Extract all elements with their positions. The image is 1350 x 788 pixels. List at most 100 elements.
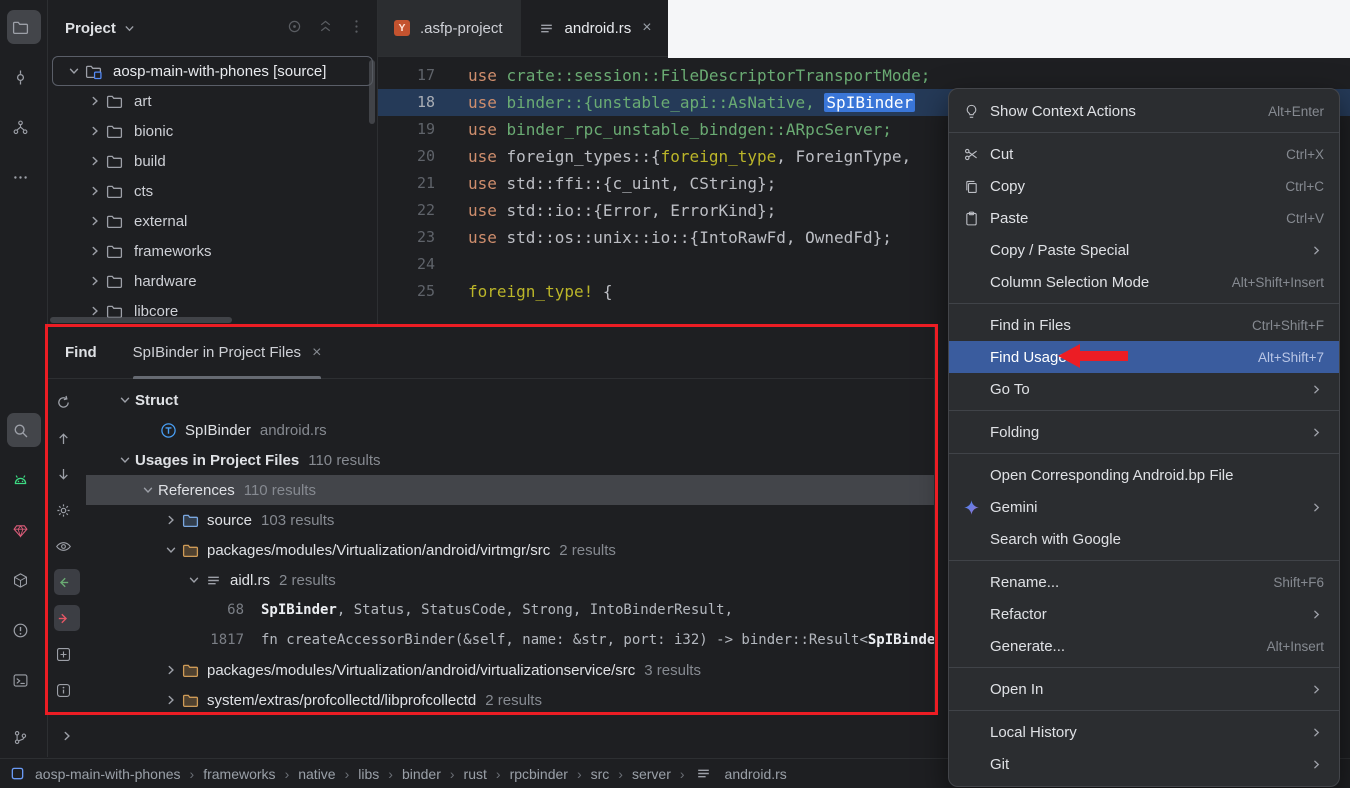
project-tree-item[interactable]: bionic (48, 116, 377, 146)
breadcrumb-item[interactable]: rust (464, 766, 487, 782)
project-tree-item[interactable]: art (48, 86, 377, 116)
more-tool-windows-button[interactable] (7, 160, 41, 194)
find-results-tab[interactable]: SpIBinder in Project Files × (133, 327, 322, 379)
breadcrumb-item[interactable]: libs (358, 766, 379, 782)
find-result-node[interactable]: Usages in Project Files110 results (86, 445, 934, 475)
newtab-button[interactable] (54, 641, 80, 667)
horizontal-scrollbar[interactable] (50, 317, 232, 323)
find-result-node[interactable]: References110 results (86, 475, 934, 505)
up-button[interactable] (54, 425, 80, 451)
android-tool-button[interactable] (7, 463, 41, 497)
info-button[interactable] (54, 677, 80, 703)
find-result-node[interactable]: Struct (86, 385, 934, 415)
project-tree-item[interactable]: cts (48, 176, 377, 206)
find-result-node[interactable]: packages/modules/Virtualization/android/… (86, 655, 934, 685)
eye-icon (54, 537, 73, 555)
breadcrumb-item[interactable]: native (298, 766, 335, 782)
terminal-tool-button[interactable] (7, 663, 41, 697)
chevron-collapsed-icon[interactable] (84, 273, 105, 289)
menu-item-local-history[interactable]: Local History (949, 716, 1339, 748)
menu-item-find-in-files[interactable]: Find in FilesCtrl+Shift+F (949, 309, 1339, 341)
gear-button[interactable] (54, 497, 80, 523)
editor-line[interactable]: 17use crate::session::FileDescriptorTran… (378, 62, 1350, 89)
menu-item-show-context-actions[interactable]: Show Context ActionsAlt+Enter (949, 95, 1339, 127)
chevron-down-icon[interactable] (123, 22, 136, 35)
collapse-all-icon[interactable] (317, 18, 334, 39)
close-tab-icon[interactable]: × (642, 20, 651, 36)
menu-item-git[interactable]: Git (949, 748, 1339, 780)
workspace-icon[interactable] (10, 766, 25, 781)
menu-item-generate[interactable]: Generate...Alt+Insert (949, 630, 1339, 662)
breadcrumb-item[interactable]: binder (402, 766, 441, 782)
find-result-node[interactable]: source103 results (86, 505, 934, 535)
prev-button[interactable] (54, 569, 80, 595)
breadcrumb-item[interactable]: frameworks (203, 766, 275, 782)
chevron-expanded-icon[interactable] (137, 482, 158, 498)
menu-item-open-in[interactable]: Open In (949, 673, 1339, 705)
chevron-collapsed-icon[interactable] (160, 692, 181, 708)
collapsed-node-chevron-icon[interactable] (60, 729, 74, 747)
chevron-collapsed-icon[interactable] (84, 123, 105, 139)
usage-result-line[interactable]: 68SpIBinder, Status, StatusCode, Strong,… (86, 595, 934, 625)
project-tree-item[interactable]: hardware (48, 266, 377, 296)
next-button[interactable] (54, 605, 80, 631)
rerun-button[interactable] (54, 389, 80, 415)
find-result-node[interactable]: aidl.rs2 results (86, 565, 934, 595)
chevron-collapsed-icon[interactable] (84, 183, 105, 199)
git-branch-tool-button[interactable] (7, 720, 41, 754)
problems-tool-button[interactable] (7, 613, 41, 647)
menu-item-refactor[interactable]: Refactor (949, 598, 1339, 630)
chevron-expanded-icon[interactable] (114, 392, 135, 408)
find-result-node[interactable]: SpIBinderandroid.rs (86, 415, 934, 445)
menu-item-cut[interactable]: CutCtrl+X (949, 138, 1339, 170)
vertical-scrollbar[interactable] (369, 60, 375, 124)
menu-item-rename[interactable]: Rename...Shift+F6 (949, 566, 1339, 598)
menu-item-copy-paste-special[interactable]: Copy / Paste Special (949, 234, 1339, 266)
menu-item-go-to[interactable]: Go To (949, 373, 1339, 405)
find-result-node[interactable]: system/extras/profcollectd/libprofcollec… (86, 685, 934, 714)
chevron-expanded-icon[interactable] (63, 63, 84, 79)
chevron-collapsed-icon[interactable] (84, 243, 105, 259)
editor-tab-asfp-project[interactable]: Y.asfp-project (378, 0, 521, 56)
chevron-collapsed-icon[interactable] (160, 512, 181, 528)
chevron-collapsed-icon[interactable] (160, 662, 181, 678)
close-icon[interactable]: × (312, 344, 321, 362)
editor-tab-android-rs[interactable]: android.rs× (521, 0, 668, 56)
menu-item-search-with-google[interactable]: Search with Google (949, 523, 1339, 555)
usage-result-line[interactable]: 1817fn createAccessorBinder(&self, name:… (86, 625, 934, 655)
commit-tool-button[interactable] (7, 60, 41, 94)
breadcrumb-item[interactable]: android.rs (694, 765, 787, 783)
menu-item-copy[interactable]: CopyCtrl+C (949, 170, 1339, 202)
project-tree-item[interactable]: frameworks (48, 236, 377, 266)
eye-button[interactable] (54, 533, 80, 559)
menu-item-folding[interactable]: Folding (949, 416, 1339, 448)
project-panel-title[interactable]: Project (65, 20, 116, 37)
menu-item-open-corresponding-android-bp-file[interactable]: Open Corresponding Android.bp File (949, 459, 1339, 491)
gem-tool-button[interactable] (7, 513, 41, 547)
breadcrumb-item[interactable]: server (632, 766, 671, 782)
chevron-collapsed-icon[interactable] (84, 153, 105, 169)
package-tool-button[interactable] (7, 563, 41, 597)
structure-tool-button[interactable] (7, 110, 41, 144)
menu-item-find-usages[interactable]: Find UsagesAlt+Shift+7 (949, 341, 1339, 373)
project-tree-item[interactable]: aosp-main-with-phones [source] (52, 56, 373, 86)
menu-item-paste[interactable]: PasteCtrl+V (949, 202, 1339, 234)
project-tree-item[interactable]: external (48, 206, 377, 236)
locate-file-icon[interactable] (286, 18, 303, 39)
menu-item-gemini[interactable]: Gemini (949, 491, 1339, 523)
chevron-collapsed-icon[interactable] (84, 213, 105, 229)
hide-panel-icon[interactable] (348, 18, 365, 39)
chevron-expanded-icon[interactable] (160, 542, 181, 558)
chevron-expanded-icon[interactable] (183, 572, 204, 588)
project-tree-item[interactable]: build (48, 146, 377, 176)
project-tool-button[interactable] (7, 10, 41, 44)
find-tool-button[interactable] (7, 413, 41, 447)
breadcrumb-item[interactable]: aosp-main-with-phones (35, 766, 181, 782)
chevron-expanded-icon[interactable] (114, 452, 135, 468)
breadcrumb-item[interactable]: src (591, 766, 610, 782)
down-button[interactable] (54, 461, 80, 487)
menu-item-column-selection-mode[interactable]: Column Selection ModeAlt+Shift+Insert (949, 266, 1339, 298)
find-result-node[interactable]: packages/modules/Virtualization/android/… (86, 535, 934, 565)
breadcrumb-item[interactable]: rpcbinder (510, 766, 568, 782)
chevron-collapsed-icon[interactable] (84, 93, 105, 109)
